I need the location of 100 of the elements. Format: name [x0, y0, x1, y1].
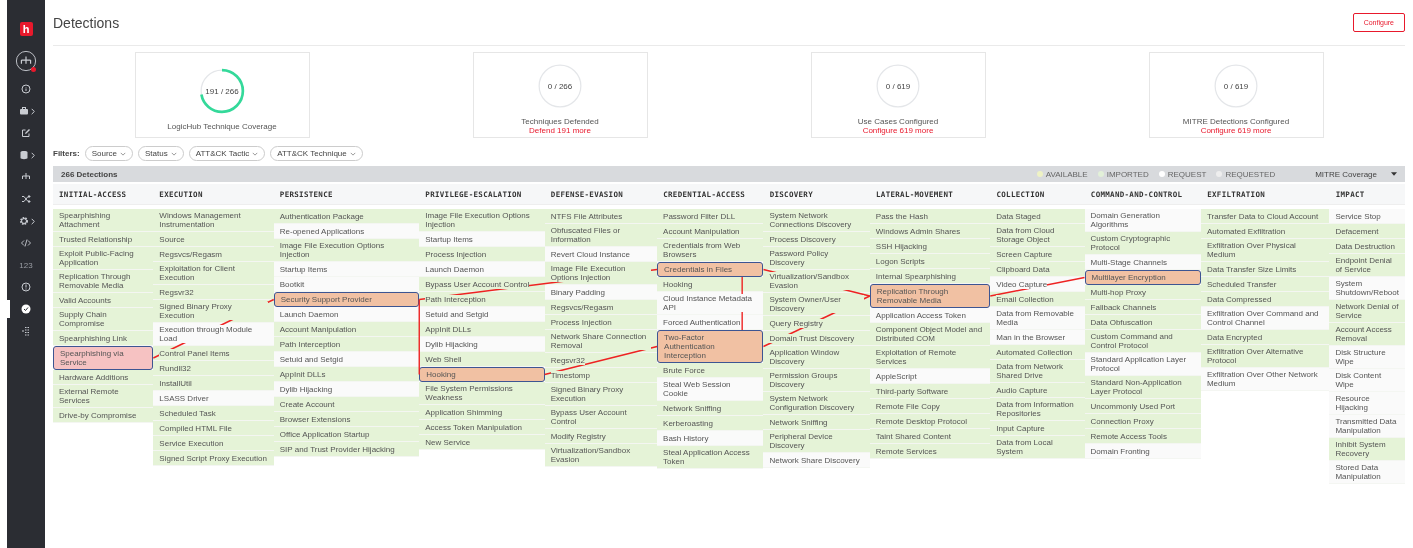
technique-cell[interactable]: Domain Generation Algorithms	[1084, 209, 1201, 232]
technique-cell[interactable]: Pass the Hash	[869, 209, 991, 224]
technique-cell[interactable]: Network Sniffing	[657, 401, 764, 416]
technique-cell[interactable]: Data Destruction	[1329, 239, 1405, 254]
filter-dropdown[interactable]: Status	[138, 146, 184, 161]
technique-cell[interactable]: Domain Fronting	[1084, 444, 1201, 459]
technique-cell[interactable]: Connection Proxy	[1084, 414, 1201, 429]
technique-cell[interactable]: Service Execution	[153, 436, 274, 451]
technique-cell[interactable]: Process Injection	[419, 247, 545, 262]
technique-cell[interactable]: Automated Collection	[990, 345, 1085, 360]
technique-cell[interactable]: Data Compressed	[1200, 292, 1330, 307]
technique-cell[interactable]: Regsvr32	[153, 285, 274, 300]
technique-cell[interactable]: Uncommonly Used Port	[1084, 399, 1201, 414]
technique-cell[interactable]: Spearphishing Attachment	[53, 209, 154, 232]
technique-cell[interactable]: Resource Hijacking	[1329, 392, 1405, 415]
technique-cell[interactable]: External Remote Services	[53, 385, 154, 408]
technique-cell[interactable]: Exploitation for Client Execution	[153, 262, 274, 285]
technique-cell[interactable]: LSASS Driver	[153, 391, 274, 406]
technique-cell[interactable]: Revert Cloud Instance	[544, 247, 658, 262]
technique-cell[interactable]: Exploit Public-Facing Application	[53, 247, 154, 270]
technique-cell[interactable]: Multi-hop Proxy	[1084, 285, 1201, 300]
technique-cell[interactable]: Signed Script Proxy Execution	[153, 451, 274, 466]
technique-cell[interactable]: Video Capture	[990, 277, 1085, 292]
filter-dropdown[interactable]: Source	[84, 146, 134, 161]
technique-cell[interactable]: Regsvr32	[544, 353, 658, 368]
technique-cell[interactable]: Hardware Additions	[53, 370, 154, 385]
technique-cell[interactable]: Screen Capture	[990, 247, 1085, 262]
technique-cell[interactable]: Network Denial of Service	[1329, 300, 1405, 323]
technique-cell[interactable]: Inhibit System Recovery	[1329, 438, 1405, 461]
logo[interactable]: h	[19, 22, 33, 36]
technique-cell[interactable]: Regsvcs/Regasm	[544, 300, 658, 315]
technique-cell[interactable]: Data from Local System	[990, 436, 1085, 459]
technique-cell[interactable]: Windows Admin Shares	[869, 224, 991, 239]
technique-cell[interactable]: Rundll32	[153, 361, 274, 376]
technique-cell[interactable]: Process Injection	[544, 315, 658, 330]
technique-cell[interactable]: Path Interception	[273, 337, 420, 352]
technique-cell[interactable]: Setuid and Setgid	[419, 307, 545, 322]
technique-cell[interactable]: Steal Application Access Token	[657, 446, 764, 469]
technique-cell[interactable]: Remote File Copy	[869, 399, 991, 414]
technique-cell[interactable]: Cloud Instance Metadata API	[657, 292, 764, 315]
stat-link[interactable]: Configure 619 more	[1200, 126, 1272, 135]
technique-cell[interactable]: Multilayer Encryption	[1084, 270, 1201, 285]
technique-cell[interactable]: Network Share Connection Removal	[544, 330, 658, 353]
technique-cell[interactable]: Hooking	[419, 367, 545, 382]
technique-cell[interactable]: Data Transfer Size Limits	[1200, 262, 1330, 277]
technique-cell[interactable]: Dylib Hijacking	[273, 382, 420, 397]
technique-cell[interactable]: Brute Force	[657, 363, 764, 378]
technique-cell[interactable]: Data Staged	[990, 209, 1085, 224]
technique-cell[interactable]: Exfiltration Over Physical Medium	[1200, 239, 1330, 262]
technique-cell[interactable]: Defacement	[1329, 224, 1405, 239]
technique-cell[interactable]: Clipboard Data	[990, 262, 1085, 277]
technique-cell[interactable]: Exfiltration Over Command and Control Channel	[1200, 307, 1330, 330]
technique-cell[interactable]: Taint Shared Content	[869, 429, 991, 444]
view-dropdown[interactable]: MITRE Coverage	[1315, 169, 1397, 179]
technique-cell[interactable]: Credentials in Files	[657, 262, 764, 277]
technique-cell[interactable]: Transfer Data to Cloud Account	[1200, 209, 1330, 224]
technique-cell[interactable]: Binary Padding	[544, 285, 658, 300]
technique-cell[interactable]: Compiled HTML File	[153, 421, 274, 436]
technique-cell[interactable]: Logon Scripts	[869, 254, 991, 269]
technique-cell[interactable]: Remote Services	[869, 444, 991, 459]
technique-cell[interactable]: Audio Capture	[990, 383, 1085, 398]
technique-cell[interactable]: Account Access Removal	[1329, 323, 1405, 346]
technique-cell[interactable]: Network Sniffing	[763, 415, 870, 430]
filter-dropdown[interactable]: ATT&CK Technique	[270, 146, 363, 161]
technique-cell[interactable]: Path Interception	[419, 292, 545, 307]
technique-cell[interactable]: Bootkit	[273, 277, 420, 292]
technique-cell[interactable]: System Owner/User Discovery	[763, 293, 870, 316]
technique-cell[interactable]: Authentication Package	[273, 209, 420, 224]
filter-dropdown[interactable]: ATT&CK Tactic	[188, 146, 266, 161]
technique-cell[interactable]: Data from Cloud Storage Object	[990, 224, 1085, 247]
technique-cell[interactable]: Internal Spearphishing	[869, 269, 991, 284]
technique-cell[interactable]: Exfiltration Over Other Network Medium	[1200, 368, 1330, 391]
technique-cell[interactable]: Network Share Discovery	[763, 453, 870, 468]
technique-cell[interactable]: Web Shell	[419, 352, 545, 367]
technique-cell[interactable]: Launch Daemon	[419, 262, 545, 277]
technique-cell[interactable]: Signed Binary Proxy Execution	[544, 383, 658, 406]
technique-cell[interactable]: Kerberoasting	[657, 416, 764, 431]
technique-cell[interactable]: Bypass User Account Control	[419, 277, 545, 292]
technique-cell[interactable]: Stored Data Manipulation	[1329, 461, 1405, 484]
technique-cell[interactable]: Domain Trust Discovery	[763, 331, 870, 346]
technique-cell[interactable]: Standard Application Layer Protocol	[1084, 353, 1201, 376]
technique-cell[interactable]: Account Manipulation	[657, 224, 764, 239]
technique-cell[interactable]: Supply Chain Compromise	[53, 308, 154, 331]
technique-cell[interactable]: Bash History	[657, 431, 764, 446]
technique-cell[interactable]: Data Encrypted	[1200, 330, 1330, 345]
technique-cell[interactable]: Remote Access Tools	[1084, 429, 1201, 444]
technique-cell[interactable]: Hooking	[657, 277, 764, 292]
technique-cell[interactable]: Custom Cryptographic Protocol	[1084, 232, 1201, 255]
technique-cell[interactable]: Automated Exfiltration	[1200, 224, 1330, 239]
technique-cell[interactable]: InstallUtil	[153, 376, 274, 391]
technique-cell[interactable]: Application Access Token	[869, 308, 991, 323]
technique-cell[interactable]: Custom Command and Control Protocol	[1084, 330, 1201, 353]
technique-cell[interactable]: Signed Binary Proxy Execution	[153, 300, 274, 323]
technique-cell[interactable]: Application Window Discovery	[763, 346, 870, 369]
technique-cell[interactable]: Startup Items	[273, 262, 420, 277]
technique-cell[interactable]: Execution through Module Load	[153, 323, 274, 346]
technique-cell[interactable]: Security Support Provider	[273, 292, 420, 307]
technique-cell[interactable]: Replication Through Removable Media	[53, 270, 154, 293]
technique-cell[interactable]: Browser Extensions	[273, 412, 420, 427]
technique-cell[interactable]: System Network Configuration Discovery	[763, 392, 870, 415]
